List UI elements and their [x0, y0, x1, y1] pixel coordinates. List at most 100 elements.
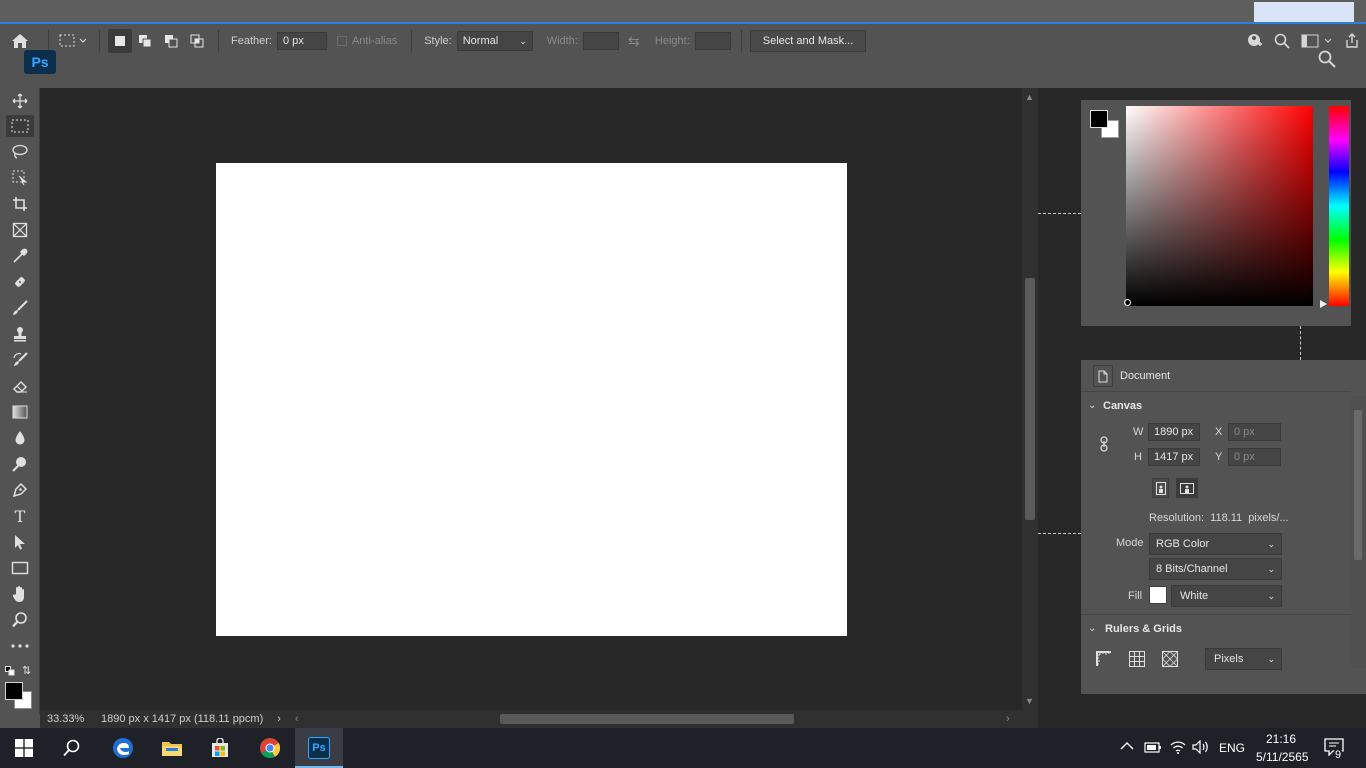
battery-icon[interactable]: [1144, 740, 1162, 757]
chrome-icon[interactable]: [246, 728, 294, 768]
chevron-down-icon: ⌄: [1267, 653, 1275, 664]
mode-label: Mode: [1116, 537, 1144, 549]
vertical-scroll-thumb[interactable]: [1025, 278, 1035, 520]
wifi-icon[interactable]: [1170, 740, 1186, 757]
status-menu-arrow-icon[interactable]: ›: [277, 713, 281, 725]
select-and-mask-button[interactable]: Select and Mask...: [749, 30, 867, 52]
photoshop-taskbar-icon[interactable]: Ps: [295, 728, 343, 768]
file-explorer-icon[interactable]: [148, 728, 196, 768]
y-label: Y: [1215, 451, 1223, 463]
antialias-label: Anti-alias: [351, 35, 398, 47]
eyedropper-tool-icon[interactable]: [6, 245, 34, 267]
panel-scrollbar[interactable]: [1351, 396, 1366, 668]
bit-depth-select[interactable]: 8 Bits/Channel ⌄: [1149, 558, 1282, 580]
units-select[interactable]: Pixels ⌄: [1205, 648, 1282, 670]
photoshop-taskbar-glyph: Ps: [308, 737, 330, 759]
stamp-tool-icon[interactable]: [6, 323, 34, 345]
grid-icon[interactable]: [1128, 650, 1146, 671]
start-button[interactable]: [0, 728, 48, 768]
gradient-tool-icon[interactable]: [6, 401, 34, 423]
blur-tool-icon[interactable]: [6, 427, 34, 449]
landscape-orientation-icon[interactable]: [1176, 478, 1198, 498]
learn-icon[interactable]: [1240, 32, 1268, 50]
search-icon[interactable]: [1268, 33, 1296, 49]
crop-tool-icon[interactable]: [6, 193, 34, 215]
width-input[interactable]: [582, 32, 619, 50]
link-dimensions-icon[interactable]: [1099, 436, 1109, 455]
collapse-chevron-icon[interactable]: ⌄: [1088, 400, 1096, 411]
marquee-tool-icon[interactable]: [6, 115, 34, 137]
move-tool-icon[interactable]: [6, 90, 34, 112]
portrait-orientation-icon[interactable]: [1152, 478, 1169, 498]
swap-icon[interactable]: ⇆: [619, 33, 649, 50]
swap-colors-icon[interactable]: ⇅: [22, 664, 31, 677]
properties-header: Document: [1120, 370, 1171, 382]
fill-color-swatch[interactable]: [1149, 586, 1167, 604]
photoshop-logo: Ps: [24, 50, 56, 74]
feather-input[interactable]: 0 px: [276, 32, 327, 50]
ruler-icon[interactable]: [1095, 650, 1113, 671]
mode-select[interactable]: RGB Color ⌄: [1149, 533, 1282, 555]
path-select-tool-icon[interactable]: [6, 531, 34, 553]
clock-date[interactable]: 5/11/2565: [1256, 750, 1309, 764]
scroll-down-arrow[interactable]: ▼: [1025, 696, 1034, 706]
zoom-tool-icon[interactable]: [6, 609, 34, 631]
hand-tool-icon[interactable]: [6, 583, 34, 605]
scroll-up-arrow[interactable]: ▲: [1025, 92, 1034, 102]
color-picker-handle[interactable]: [1124, 299, 1131, 306]
canvas-section-title[interactable]: Canvas: [1103, 400, 1142, 412]
panel-foreground-swatch[interactable]: [1090, 110, 1108, 128]
type-tool-icon[interactable]: T: [6, 505, 34, 527]
rulers-grids-section-title[interactable]: Rulers & Grids: [1105, 623, 1182, 635]
collapse-chevron-icon[interactable]: ⌄: [1088, 623, 1096, 634]
edge-browser-icon[interactable]: [99, 728, 147, 768]
volume-icon[interactable]: [1192, 739, 1210, 757]
height-input[interactable]: 1417 px: [1148, 448, 1200, 466]
marquee-preset-icon[interactable]: [57, 29, 91, 53]
eraser-tool-icon[interactable]: [6, 375, 34, 397]
taskbar-search-icon[interactable]: [48, 728, 96, 768]
x-input[interactable]: 0 px: [1228, 423, 1281, 441]
add-selection-icon[interactable]: [132, 29, 158, 53]
saturation-value-picker[interactable]: [1126, 106, 1313, 306]
subtract-selection-icon[interactable]: [158, 29, 184, 53]
hue-slider[interactable]: [1329, 106, 1349, 306]
default-colors-icon[interactable]: [5, 666, 15, 676]
antialias-checkbox[interactable]: [336, 36, 347, 46]
scroll-left-arrow[interactable]: ‹: [295, 713, 299, 725]
workspace-icon[interactable]: [1296, 34, 1338, 48]
height-input[interactable]: [694, 32, 731, 50]
object-select-tool-icon[interactable]: [6, 167, 34, 189]
history-brush-tool-icon[interactable]: [6, 349, 34, 371]
hue-slider-handle[interactable]: [1320, 300, 1327, 308]
frame-tool-icon[interactable]: [6, 219, 34, 241]
lasso-tool-icon[interactable]: [6, 141, 34, 163]
intersect-selection-icon[interactable]: [184, 29, 210, 53]
foreground-color-swatch[interactable]: [5, 682, 23, 700]
show-hidden-icons-chevron[interactable]: [1120, 740, 1134, 754]
scroll-right-arrow[interactable]: ›: [1006, 713, 1010, 725]
zoom-level[interactable]: 33.33%: [47, 713, 99, 725]
new-selection-icon[interactable]: [108, 29, 132, 53]
dodge-tool-icon[interactable]: [6, 453, 34, 475]
y-input[interactable]: 0 px: [1228, 448, 1281, 466]
healing-tool-icon[interactable]: [6, 271, 34, 293]
pen-tool-icon[interactable]: [6, 479, 34, 501]
brush-tool-icon[interactable]: [6, 297, 34, 319]
language-indicator[interactable]: ENG: [1219, 741, 1245, 755]
panel-scroll-thumb[interactable]: [1354, 410, 1362, 560]
clock-time[interactable]: 21:16: [1266, 732, 1296, 746]
tools-panel: T ⇅: [0, 88, 40, 714]
search-icon[interactable]: [1316, 48, 1338, 70]
horizontal-scroll-thumb[interactable]: [500, 714, 794, 724]
separator: [48, 30, 49, 52]
style-select[interactable]: Normal ⌄: [456, 31, 533, 51]
pixel-grid-icon[interactable]: [1161, 650, 1179, 671]
width-input[interactable]: 1890 px: [1148, 423, 1200, 441]
microsoft-store-icon[interactable]: [196, 728, 244, 768]
more-tools-icon[interactable]: [6, 635, 34, 657]
rectangle-tool-icon[interactable]: [6, 557, 34, 579]
share-icon[interactable]: [1338, 33, 1366, 49]
document-canvas[interactable]: [216, 163, 847, 636]
fill-select[interactable]: White ⌄: [1171, 585, 1282, 607]
